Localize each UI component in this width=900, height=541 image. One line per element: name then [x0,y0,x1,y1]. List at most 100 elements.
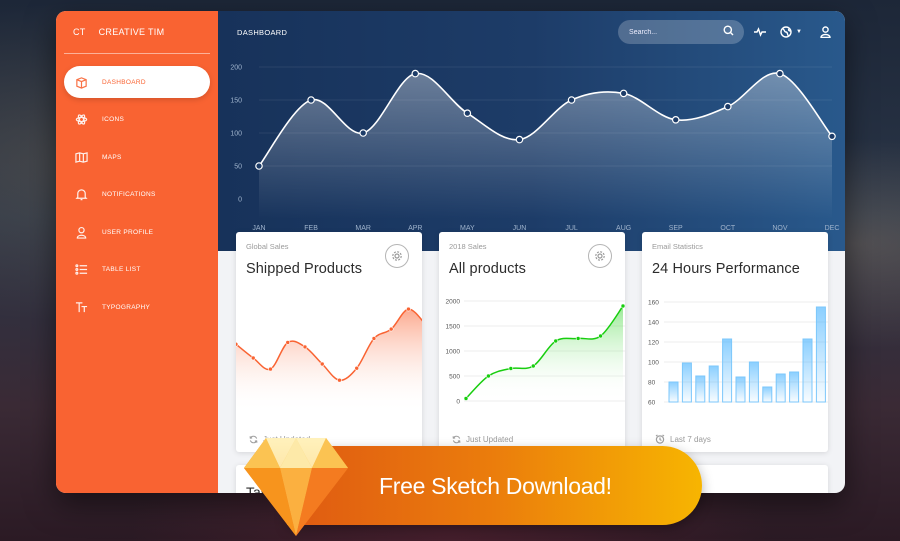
bar [802,338,813,403]
x-tick-label: APR [408,225,422,232]
bar [748,361,759,403]
pulse-icon[interactable] [754,22,767,42]
y-tick-label: 100 [648,360,659,367]
x-tick-label: JAN [252,225,265,232]
alarm-clock-icon [655,434,665,444]
x-tick-label: SEP [669,225,683,232]
card-footer: Last 7 days [655,434,711,444]
data-point [553,338,559,344]
data-point [371,336,377,341]
sidebar-item-label: DASHBOARD [102,78,146,86]
data-point [463,109,472,118]
chevron-down-icon[interactable]: ▼ [796,29,802,35]
search-icon[interactable] [723,23,734,41]
sketch-diamond-icon [244,438,348,536]
bar [762,386,773,403]
sidebar-item-label: USER PROFILE [102,228,154,236]
data-point [411,69,420,78]
dashboard-window: CT CREATIVE TIM DASHBOARD ICONS MAPS NOT… [56,11,845,493]
cube-icon [74,75,88,89]
data-point [671,115,680,124]
data-point [354,365,360,371]
card-title: All products [449,261,526,277]
y-tick-label: 150 [230,98,242,105]
y-tick-label: 0 [456,399,460,406]
sidebar-item-table-list[interactable]: TABLE LIST [64,254,210,286]
sidebar-item-label: MAPS [102,153,122,161]
list-icon [74,263,88,277]
bar [735,376,746,403]
globe-icon[interactable] [780,22,792,42]
data-point [776,69,784,78]
settings-button[interactable] [385,244,409,268]
x-tick-label: MAY [460,225,475,232]
data-point [724,102,732,111]
area-fill [259,73,832,219]
data-point [486,373,491,379]
card-footer: Just Updated [452,435,513,444]
sidebar-item-icons[interactable]: ICONS [64,104,210,136]
sidebar-item-label: NOTIFICATIONS [102,191,156,198]
data-point [508,366,514,371]
y-tick-label: 1500 [446,324,461,331]
card-all-products: 2018 Sales All products 0 500 1000 1500 2000… [439,232,625,452]
data-point [575,336,581,341]
sidebar-item-notifications[interactable]: NOTIFICATIONS [64,179,210,211]
y-tick-label: 1000 [446,349,461,356]
promo-label[interactable]: Free Sketch Download! [379,473,612,500]
card-shipped-products: Global Sales Shipped Products Just Updat… [236,232,422,452]
x-tick-label: DEC [825,225,840,232]
x-tick-label: FEB [304,225,318,232]
x-tick-label: JUL [565,225,578,232]
logo-text[interactable]: CREATIVE TIM [99,27,165,37]
settings-button[interactable] [588,244,612,268]
data-point [828,132,836,141]
data-point [285,340,291,345]
sidebar-item-dashboard[interactable]: DASHBOARD [64,66,210,98]
data-point [598,333,603,339]
card-category: 2018 Sales [449,242,487,251]
search-input[interactable] [629,28,724,36]
panel-header: DASHBOARD ▼ 0 50 100 150 200 JAN FEB MAR APR MAY J… [218,11,845,251]
data-point [236,341,239,347]
card-title: 24 Hours Performance [652,261,800,277]
data-point [302,344,308,350]
user-icon[interactable] [820,22,831,42]
x-tick-label: JUN [513,225,527,232]
y-tick-label: 100 [230,131,242,138]
data-point [567,96,576,104]
data-point [255,162,263,170]
data-point [406,306,411,312]
map-icon [74,150,88,164]
logo-mini[interactable]: CT [73,27,86,37]
x-tick-label: OCT [720,225,736,232]
bar [722,338,733,403]
text-icon [74,300,88,314]
bar [668,381,679,403]
y-tick-label: 120 [648,340,659,347]
bell-icon [74,188,88,202]
bar [681,362,692,403]
y-tick-label: 0 [238,197,242,204]
divider [64,53,210,54]
x-tick-label: AUG [616,225,631,232]
y-tick-label: 160 [648,300,659,307]
brand[interactable]: CT CREATIVE TIM [56,11,218,53]
data-point [530,363,536,369]
sidebar-item-maps[interactable]: MAPS [64,141,210,173]
data-point [359,129,367,137]
sidebar-item-user-profile[interactable]: USER PROFILE [64,216,210,248]
bar [708,365,719,403]
search-box[interactable] [618,20,745,44]
data-point [620,303,625,309]
data-point [250,355,256,361]
all-products-chart: 0 500 1000 1500 2000 [446,299,625,406]
card-title: Shipped Products [246,261,363,277]
data-point [515,135,524,144]
card-category: Global Sales [246,242,289,251]
sidebar-item-typography[interactable]: TYPOGRAPHY [64,291,210,323]
y-tick-label: 2000 [446,299,461,306]
data-point [319,361,325,367]
data-point [619,89,628,98]
page-title[interactable]: DASHBOARD [237,28,618,37]
